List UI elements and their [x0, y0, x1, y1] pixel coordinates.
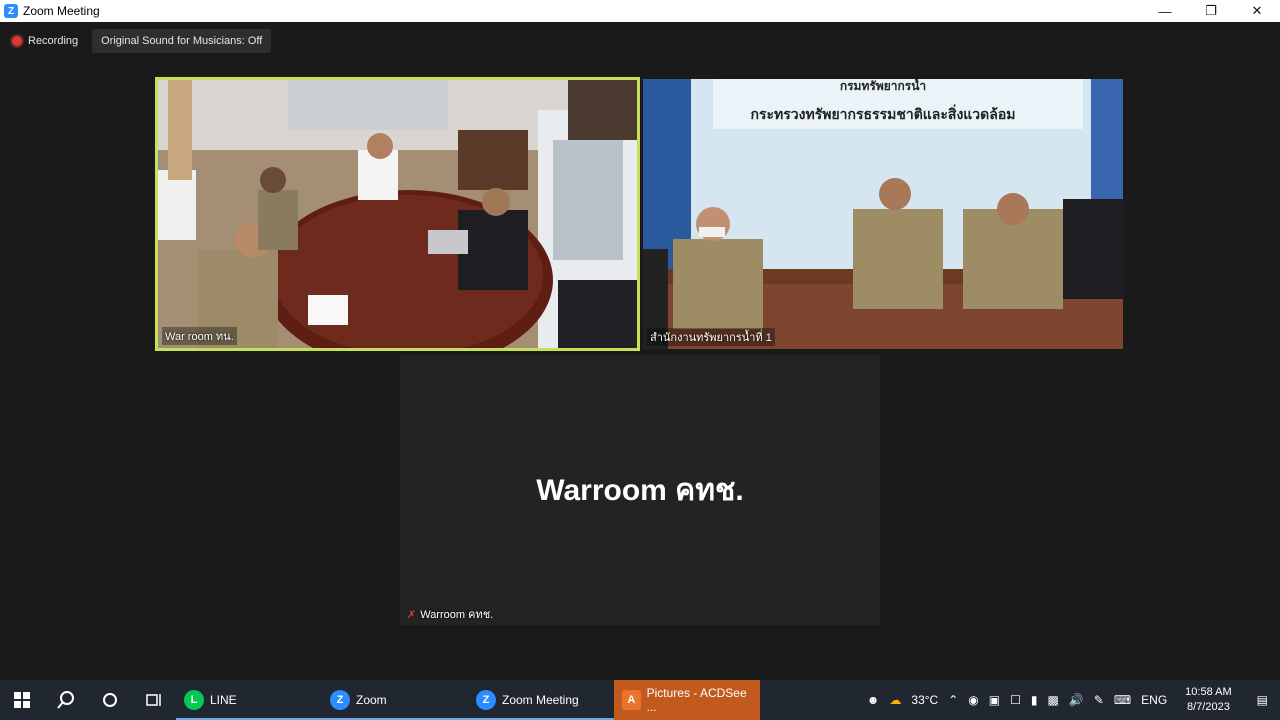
recording-label: Recording: [28, 35, 79, 47]
cortana-icon[interactable]: [88, 680, 132, 720]
search-icon[interactable]: [44, 680, 88, 720]
taskbar-app-zoom[interactable]: Z Zoom: [322, 680, 468, 720]
window-controls: — ❐ ✕: [1142, 0, 1280, 22]
war-room-video: [158, 80, 637, 348]
recording-dot-icon: [12, 36, 22, 46]
taskbar-app-label: Zoom Meeting: [502, 693, 579, 707]
meeting-area: Recording Original Sound for Musicians: …: [0, 22, 1280, 680]
pen-icon[interactable]: ✎: [1089, 693, 1109, 707]
participant-display-name: Warroom คทช.: [536, 474, 744, 507]
sign-line2: กระทรวงทรัพยากรธรรมชาติและสิ่งแวดล้อม: [751, 104, 1016, 122]
video-tile-water-office[interactable]: กรมทรัพยากรน้ำ กระทรวงทรัพยากรธรรมชาติแล…: [643, 79, 1123, 349]
muted-mic-icon: ✗: [407, 608, 417, 621]
notification-icon[interactable]: ▤: [1245, 693, 1280, 707]
windows-start-icon[interactable]: [0, 680, 44, 720]
acdsee-icon: A: [622, 690, 641, 710]
defender-icon[interactable]: ☐: [1005, 693, 1026, 707]
keyboard-icon[interactable]: ⌨: [1109, 693, 1136, 707]
line-icon: L: [184, 690, 204, 710]
weather-icon[interactable]: ☁: [884, 693, 906, 707]
original-sound-button[interactable]: Original Sound for Musicians: Off: [92, 29, 272, 53]
participant-name-water-office: สำนักงานทรัพยากรน้ำที่ 1: [647, 328, 775, 346]
mic-icon[interactable]: ◉: [963, 693, 983, 707]
restore-button[interactable]: ❐: [1188, 0, 1234, 22]
close-button[interactable]: ✕: [1234, 0, 1280, 22]
recording-indicator[interactable]: Recording: [6, 29, 84, 53]
clock-time: 10:58 AM: [1185, 686, 1232, 698]
battery-icon[interactable]: ▮: [1026, 693, 1043, 707]
video-tile-war-room[interactable]: War room ทน.: [155, 77, 640, 351]
participant-name-warroom-kth: ✗ Warroom คทช.: [404, 605, 496, 623]
volume-icon[interactable]: 🔊: [1064, 693, 1089, 707]
task-view-icon[interactable]: [132, 680, 176, 720]
camera-icon[interactable]: ▣: [984, 693, 1005, 707]
recording-bar: Recording Original Sound for Musicians: …: [6, 29, 272, 53]
window-title: Zoom Meeting: [23, 4, 100, 18]
participant-name-text: Warroom คทช.: [420, 609, 494, 621]
title-bar: Z Zoom Meeting — ❐ ✕: [0, 0, 1280, 22]
clock[interactable]: 10:58 AM 8/7/2023: [1172, 685, 1244, 715]
system-tray: ☻ ☁ 33°C ⌃ ◉ ▣ ☐ ▮ ▩ 🔊 ✎ ⌨ ENG 10:58 AM …: [862, 680, 1280, 720]
taskbar-app-acdsee[interactable]: A Pictures - ACDSee ...: [614, 680, 760, 720]
network-icon[interactable]: ▩: [1042, 693, 1063, 707]
water-office-video: กรมทรัพยากรน้ำ กระทรวงทรัพยากรธรรมชาติแล…: [643, 79, 1123, 349]
windows-taskbar: L LINE Z Zoom Z Zoom Meeting A Pictures …: [0, 680, 1280, 720]
taskbar-app-label: Pictures - ACDSee ...: [646, 686, 747, 714]
taskbar-app-line[interactable]: L LINE: [176, 680, 322, 720]
participant-name-war-room: War room ทน.: [162, 327, 237, 345]
zoom-icon: Z: [476, 690, 496, 710]
chevron-up-icon[interactable]: ⌃: [943, 693, 963, 707]
zoom-app-icon: Z: [4, 4, 18, 18]
language-indicator[interactable]: ENG: [1136, 693, 1172, 707]
weather-temp[interactable]: 33°C: [906, 693, 943, 707]
minimize-button[interactable]: —: [1142, 0, 1188, 22]
clock-date: 8/7/2023: [1187, 701, 1230, 713]
video-tile-warroom-kth[interactable]: Warroom คทช. ✗ Warroom คทช.: [400, 355, 880, 625]
zoom-icon: Z: [330, 690, 350, 710]
people-icon[interactable]: ☻: [862, 693, 885, 707]
taskbar-app-zoom-meeting[interactable]: Z Zoom Meeting: [468, 680, 614, 720]
taskbar-app-label: Zoom: [356, 693, 387, 707]
sign-line1: กรมทรัพยากรน้ำ: [840, 79, 926, 93]
taskbar-app-label: LINE: [210, 693, 237, 707]
